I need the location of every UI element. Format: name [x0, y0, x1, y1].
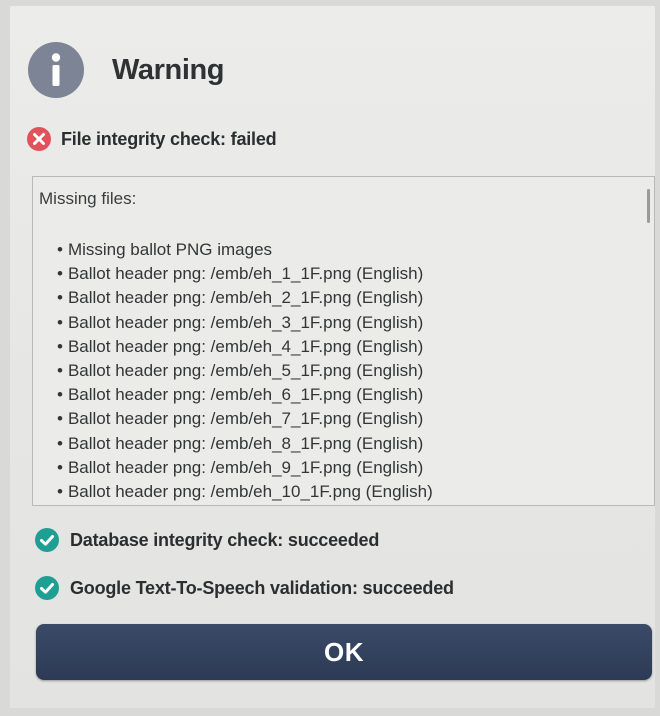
- dialog-header: Warning: [28, 42, 225, 98]
- warning-dialog: Warning File integrity check: failed Mis…: [10, 6, 655, 708]
- error-icon: [27, 127, 51, 151]
- missing-files-header: Missing files:: [39, 189, 137, 208]
- list-item: Ballot header png: /emb/eh_7_1F.png (Eng…: [57, 407, 433, 431]
- file-integrity-text: File integrity check: failed: [61, 128, 277, 149]
- list-item: Missing ballot PNG images: [57, 238, 433, 262]
- list-item: Ballot header png: /emb/eh_2_1F.png (Eng…: [57, 286, 433, 310]
- list-item: Ballot header png: /emb/eh_6_1F.png (Eng…: [57, 383, 433, 407]
- list-item: Ballot header png: /emb/eh_8_1F.png (Eng…: [57, 432, 433, 456]
- database-integrity-text: Database integrity check: succeeded: [70, 529, 380, 550]
- ok-button[interactable]: OK: [36, 624, 652, 680]
- missing-files-panel[interactable]: Missing files: Missing ballot PNG images…: [32, 176, 655, 506]
- list-item: Ballot header png: /emb/eh_10_1F.png (En…: [57, 480, 433, 504]
- tts-validation-status: Google Text-To-Speech validation: succee…: [35, 574, 454, 602]
- info-icon: [28, 42, 84, 98]
- list-item: Ballot header png: /emb/eh_3_1F.png (Eng…: [57, 311, 433, 335]
- list-item: Ballot header png: /emb/eh_1_1F.png (Eng…: [57, 262, 433, 286]
- dialog-title: Warning: [112, 53, 225, 86]
- missing-files-list: Missing ballot PNG images Ballot header …: [57, 238, 433, 504]
- list-item: Ballot header png: /emb/eh_9_1F.png (Eng…: [57, 456, 433, 480]
- scrollbar[interactable]: [647, 189, 650, 223]
- check-circle-icon: [35, 528, 59, 552]
- check-circle-icon: [35, 576, 59, 600]
- database-integrity-status: Database integrity check: succeeded: [35, 526, 379, 554]
- file-integrity-status: File integrity check: failed: [27, 125, 277, 153]
- list-item: Ballot header png: /emb/eh_5_1F.png (Eng…: [57, 359, 433, 383]
- list-item: Ballot header png: /emb/eh_4_1F.png (Eng…: [57, 335, 433, 359]
- tts-validation-text: Google Text-To-Speech validation: succee…: [70, 577, 454, 598]
